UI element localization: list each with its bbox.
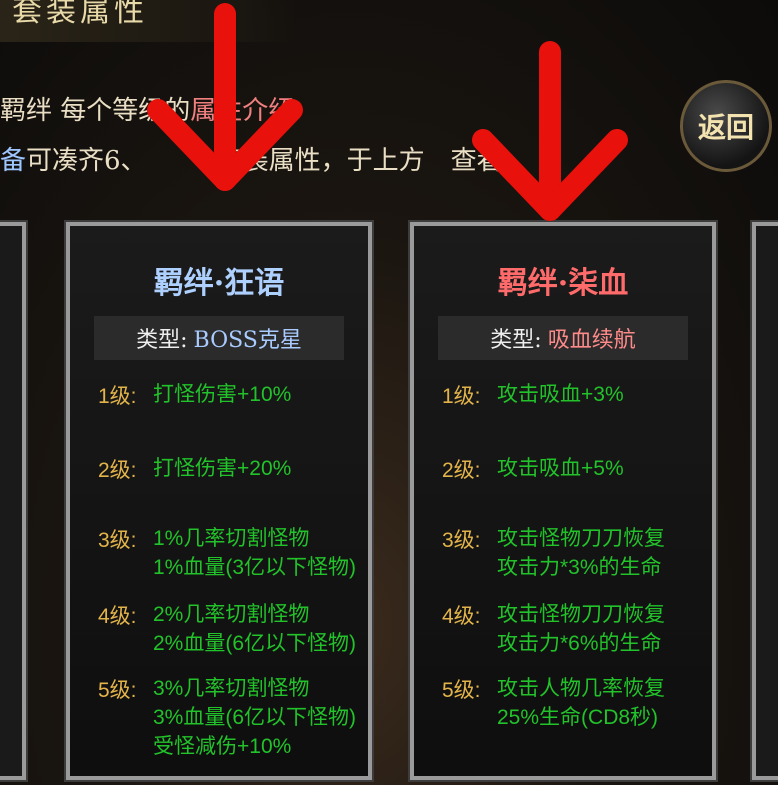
level-label: 4级: [98,605,137,628]
bond-card: 羁绊·狂语 类型: BOSS克星 1级: 打怪伤害+10% 2级: 打怪伤害+2… [64,220,374,782]
level-label: 3级: [442,529,481,552]
level-effect: 攻击吸血+3% [497,383,624,406]
level-effect: 3%几率切割怪物 [153,677,310,700]
level-effect: 打怪伤害+10% [153,383,292,406]
card-type: 类型: 吸血续航 [438,316,688,360]
level-row: 3级: 攻击怪物刀刀恢复 攻击力*3%的生命 [442,524,665,582]
level-label: 5级: [98,679,137,702]
level-effect: 1%血量(3亿以下怪物) [153,556,357,579]
level-row: 5级: 3%几率切割怪物 3%血量(6亿以下怪物) 受怪减伤+10% [98,674,356,761]
level-effect: 受怪减伤+10% [153,735,292,758]
level-row: 3级: 1%几率切割怪物 1%血量(3亿以下怪物) [98,524,356,582]
level-row: 4级: 攻击怪物刀刀恢复 攻击力*6%的生命 [442,600,665,658]
level-effect: 攻击力*6%的生命 [497,632,662,655]
level-effect: 攻击怪物刀刀恢复 [497,527,665,550]
level-effect: 攻击怪物刀刀恢复 [497,603,665,626]
level-row: 1级: 攻击吸血+3% [442,380,624,410]
intro-text: 可凑齐6、 [26,146,147,176]
level-effect: 打怪伤害+20% [153,457,292,480]
level-label: 4级: [442,605,481,628]
level-label: 3级: [98,529,137,552]
level-effect: 3%血量(6亿以下怪物) [153,706,357,729]
level-effect: 25%生命(CD8秒) [497,706,659,729]
type-value: BOSS克星 [193,328,302,353]
level-effect: 攻击人物几率恢复 [497,677,665,700]
card-edge-left [0,220,28,782]
down-arrow-icon [472,41,628,221]
back-button[interactable]: 返回 [680,80,772,172]
level-label: 2级: [442,459,481,482]
level-row: 2级: 攻击吸血+5% [442,454,624,484]
bond-card: 羁绊·柒血 类型: 吸血续航 1级: 攻击吸血+3% 2级: 攻击吸血+5% 3… [408,220,718,782]
level-label: 2级: [98,459,137,482]
card-title: 羁绊·柒血 [497,266,629,301]
level-row: 1级: 打怪伤害+10% [98,380,291,410]
down-arrow-icon [147,3,303,191]
page-title: 套装属性 [12,0,148,29]
level-label: 5级: [442,679,481,702]
level-effect: 2%几率切割怪物 [153,603,310,626]
level-row: 4级: 2%几率切割怪物 2%血量(6亿以下怪物) [98,600,356,658]
level-effect: 攻击力*3%的生命 [497,556,662,579]
level-label: 1级: [442,385,481,408]
level-effect: 攻击吸血+5% [497,457,624,480]
type-label: 类型: [136,328,188,353]
level-effect: 1%几率切割怪物 [153,527,310,550]
intro-highlight-blue: 备 [0,146,27,176]
type-label: 类型: [490,328,542,353]
card-type: 类型: BOSS克星 [94,316,344,360]
card-title: 羁绊·狂语 [153,266,285,301]
card-edge-right [750,220,778,782]
level-effect: 2%血量(6亿以下怪物) [153,632,357,655]
type-value: 吸血续航 [547,328,636,353]
level-label: 1级: [98,385,137,408]
level-row: 2级: 打怪伤害+20% [98,454,291,484]
level-row: 5级: 攻击人物几率恢复 25%生命(CD8秒) [442,674,665,732]
